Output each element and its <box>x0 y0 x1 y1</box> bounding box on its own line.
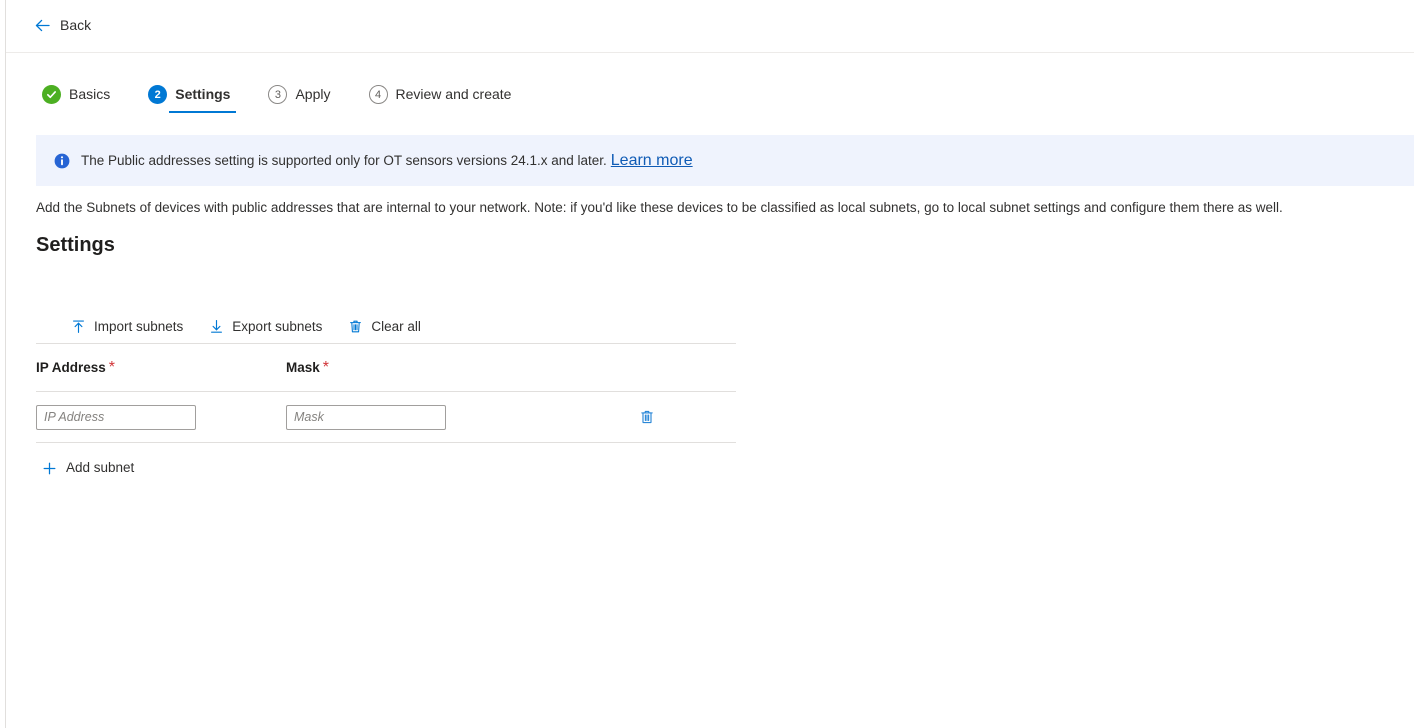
wizard-step-list: Basics 2 Settings 3 Apply 4 Review and c… <box>36 84 517 113</box>
wizard-step-label-basics: Basics <box>69 85 110 104</box>
clear-all-label: Clear all <box>371 318 421 336</box>
info-banner-text: The Public addresses setting is supporte… <box>81 151 607 170</box>
back-button[interactable]: Back <box>30 13 95 37</box>
check-icon <box>42 85 61 104</box>
step-number-badge-3: 3 <box>268 85 287 104</box>
column-header-mask-label: Mask <box>286 360 320 375</box>
page-title: Settings <box>36 232 115 259</box>
mask-required-asterisk: * <box>323 359 329 376</box>
wizard-step-basics[interactable]: Basics <box>36 84 116 113</box>
import-icon <box>71 319 86 334</box>
learn-more-link[interactable]: Learn more <box>611 152 693 170</box>
wizard-step-label-apply: Apply <box>295 85 330 104</box>
page-description: Add the Subnets of devices with public a… <box>36 198 1283 217</box>
trash-icon <box>348 319 363 334</box>
import-subnets-button[interactable]: Import subnets <box>62 314 192 340</box>
step-number-badge-2: 2 <box>148 85 167 104</box>
wizard-step-label-settings: Settings <box>175 85 230 104</box>
export-subnets-button[interactable]: Export subnets <box>200 314 331 340</box>
cell-ip-address <box>36 405 286 430</box>
ip-address-input[interactable] <box>36 405 196 430</box>
subnets-table: IP Address* Mask* <box>36 344 736 443</box>
cell-actions <box>536 406 736 428</box>
add-subnet-label: Add subnet <box>66 459 134 477</box>
wizard-step-review-and-create[interactable]: 4 Review and create <box>363 84 518 113</box>
step-number-badge-4: 4 <box>369 85 388 104</box>
cell-mask <box>286 405 536 430</box>
ip-address-required-asterisk: * <box>109 359 115 376</box>
back-button-label: Back <box>60 16 91 34</box>
table-row <box>36 392 736 443</box>
arrow-left-icon <box>34 17 51 34</box>
clear-all-button[interactable]: Clear all <box>339 314 430 340</box>
wizard-step-apply[interactable]: 3 Apply <box>262 84 336 113</box>
column-header-ip-address: IP Address* <box>36 359 286 377</box>
subnets-toolbar: Import subnets Export subnets <box>36 310 736 344</box>
blade-left-divider <box>5 0 6 728</box>
column-header-mask: Mask* <box>286 359 536 377</box>
wizard-step-label-review-and-create: Review and create <box>396 85 512 104</box>
wizard-step-settings[interactable]: 2 Settings <box>142 84 236 113</box>
plus-icon <box>42 461 57 476</box>
export-icon <box>209 319 224 334</box>
subnets-panel: Import subnets Export subnets <box>36 310 736 482</box>
delete-row-button[interactable] <box>636 406 658 428</box>
info-icon <box>54 153 70 169</box>
mask-input[interactable] <box>286 405 446 430</box>
add-subnet-button[interactable]: Add subnet <box>36 454 140 482</box>
command-bar: Back <box>6 0 1414 53</box>
export-subnets-label: Export subnets <box>232 318 322 336</box>
import-subnets-label: Import subnets <box>94 318 183 336</box>
table-header-row: IP Address* Mask* <box>36 344 736 392</box>
trash-icon <box>639 409 655 425</box>
column-header-ip-address-label: IP Address <box>36 360 106 375</box>
info-banner: The Public addresses setting is supporte… <box>36 135 1414 186</box>
